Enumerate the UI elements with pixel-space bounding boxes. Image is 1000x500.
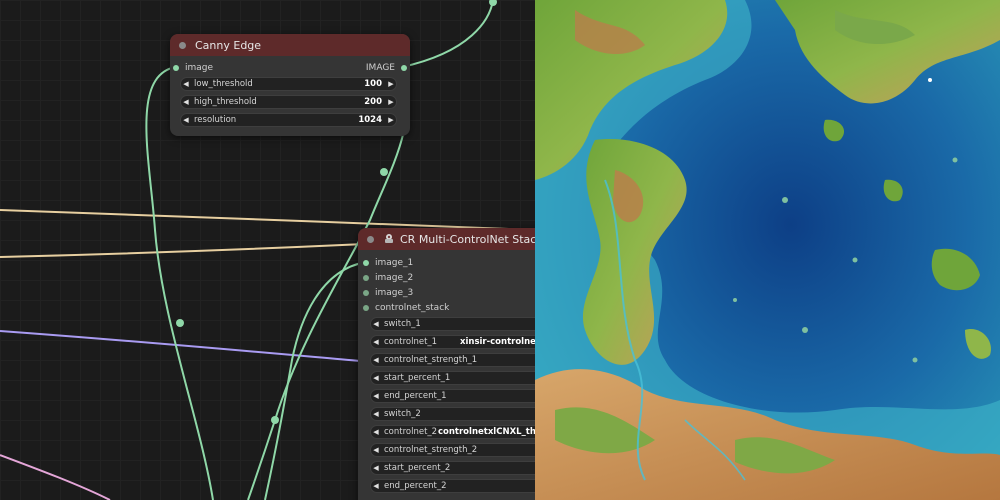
slot-label: image (185, 62, 214, 73)
widget-label: start_percent_2 (384, 463, 451, 473)
widget-label: start_percent_1 (384, 373, 451, 383)
fantasy-map-image (535, 0, 1000, 500)
decrement-arrow-icon[interactable]: ◀ (371, 356, 381, 364)
slot-label: controlnet_stack (375, 302, 450, 313)
link-green-output (401, 0, 494, 68)
input-slot-image-2[interactable]: image_2 (363, 270, 413, 285)
decrement-arrow-icon[interactable]: ◀ (371, 320, 381, 328)
reroute-dot[interactable] (176, 319, 184, 327)
slot-label: IMAGE (365, 62, 395, 73)
link-tan-1 (0, 209, 535, 231)
increment-arrow-icon[interactable]: ▶ (386, 98, 396, 106)
increment-arrow-icon[interactable]: ▶ (386, 116, 396, 124)
widget-low-threshold[interactable]: ◀ low_threshold 100 ▶ (180, 77, 397, 91)
reroute-dot[interactable] (380, 168, 388, 176)
widget-switch-1[interactable]: ◀ switch_1 (370, 317, 535, 331)
widget-switch-2[interactable]: ◀ switch_2 (370, 407, 535, 421)
slot-dot-icon[interactable] (401, 64, 407, 71)
widget-controlnet-strength-2[interactable]: ◀ controlnet_strength_2 (370, 443, 535, 457)
widget-label: low_threshold (194, 79, 253, 89)
widget-label: switch_1 (384, 319, 421, 329)
widget-start-percent-2[interactable]: ◀ start_percent_2 (370, 461, 535, 475)
puzzle-icon (385, 234, 393, 243)
reroute-dot[interactable] (271, 416, 279, 424)
node-title: Canny Edge (195, 38, 262, 52)
decrement-arrow-icon[interactable]: ◀ (181, 116, 191, 124)
map-artwork (535, 0, 1000, 500)
widget-label: end_percent_2 (384, 481, 447, 491)
slot-dot-icon[interactable] (363, 274, 369, 281)
node-header[interactable]: Canny Edge (170, 34, 410, 56)
widget-label: high_threshold (194, 97, 257, 107)
widget-high-threshold[interactable]: ◀ high_threshold 200 ▶ (180, 95, 397, 109)
link-pink (0, 454, 111, 500)
widget-start-percent-1[interactable]: ◀ start_percent_1 (370, 371, 535, 385)
decrement-arrow-icon[interactable]: ◀ (181, 80, 191, 88)
widget-end-percent-1[interactable]: ◀ end_percent_1 (370, 389, 535, 403)
widget-label: controlnet_2 (384, 427, 438, 437)
link-green-to-stack (264, 261, 367, 500)
decrement-arrow-icon[interactable]: ◀ (371, 482, 381, 490)
link-tan-2 (0, 243, 366, 258)
slot-label: image_3 (375, 287, 414, 298)
widget-label: controlnet_strength_1 (384, 355, 478, 365)
multi-controlnet-stack-node[interactable]: CR Multi-ControlNet Stack image_1 image_… (358, 228, 535, 500)
decrement-arrow-icon[interactable]: ◀ (371, 428, 381, 436)
increment-arrow-icon[interactable]: ▶ (386, 80, 396, 88)
slot-dot-icon[interactable] (363, 304, 369, 311)
slot-label: image_1 (375, 257, 414, 268)
widget-controlnet-1[interactable]: ◀ controlnet_1 xinsir-controlne (370, 335, 535, 349)
collapse-icon[interactable] (179, 41, 186, 49)
widget-label: controlnet_1 (384, 337, 438, 347)
widget-label: switch_2 (384, 409, 421, 419)
node-graph-canvas[interactable]: Canny Edge image IMAGE ◀ low_threshold 1… (0, 0, 535, 500)
widget-resolution[interactable]: ◀ resolution 1024 ▶ (180, 113, 397, 127)
decrement-arrow-icon[interactable]: ◀ (371, 410, 381, 418)
node-header[interactable]: CR Multi-ControlNet Stack (358, 228, 535, 250)
widget-value: 1024 (358, 115, 382, 125)
widget-end-percent-2[interactable]: ◀ end_percent_2 (370, 479, 535, 493)
decrement-arrow-icon[interactable]: ◀ (181, 98, 191, 106)
output-slot-image[interactable]: IMAGE (366, 60, 407, 75)
slot-dot-icon[interactable] (363, 259, 369, 266)
slot-dot-icon[interactable] (363, 289, 369, 296)
decrement-arrow-icon[interactable]: ◀ (371, 374, 381, 382)
slot-label: image_2 (375, 272, 414, 283)
widget-label: controlnet_strength_2 (384, 445, 478, 455)
slot-dot-icon[interactable] (173, 64, 179, 71)
widget-controlnet-2[interactable]: ◀ controlnet_2 controlnetxlCNXL_themis (370, 425, 535, 439)
decrement-arrow-icon[interactable]: ◀ (371, 464, 381, 472)
input-slot-image-1[interactable]: image_1 (363, 255, 413, 270)
widget-controlnet-strength-1[interactable]: ◀ controlnet_strength_1 (370, 353, 535, 367)
widget-value: 100 (364, 79, 382, 89)
widget-value: xinsir-controlne (460, 337, 535, 347)
widget-value: controlnetxlCNXL_themis (438, 427, 535, 437)
reroute-dot[interactable] (489, 0, 497, 6)
decrement-arrow-icon[interactable]: ◀ (371, 446, 381, 454)
widget-label: end_percent_1 (384, 391, 447, 401)
input-slot-controlnet-stack[interactable]: controlnet_stack (363, 300, 449, 315)
widget-label: resolution (194, 115, 237, 125)
input-slot-image[interactable]: image (173, 60, 213, 75)
collapse-icon[interactable] (367, 235, 374, 243)
node-title: CR Multi-ControlNet Stack (400, 232, 535, 246)
link-purple (0, 330, 361, 362)
input-slot-image-3[interactable]: image_3 (363, 285, 413, 300)
decrement-arrow-icon[interactable]: ◀ (371, 392, 381, 400)
widget-value: 200 (364, 97, 382, 107)
decrement-arrow-icon[interactable]: ◀ (371, 338, 381, 346)
canny-edge-node[interactable]: Canny Edge image IMAGE ◀ low_threshold 1… (170, 34, 410, 136)
